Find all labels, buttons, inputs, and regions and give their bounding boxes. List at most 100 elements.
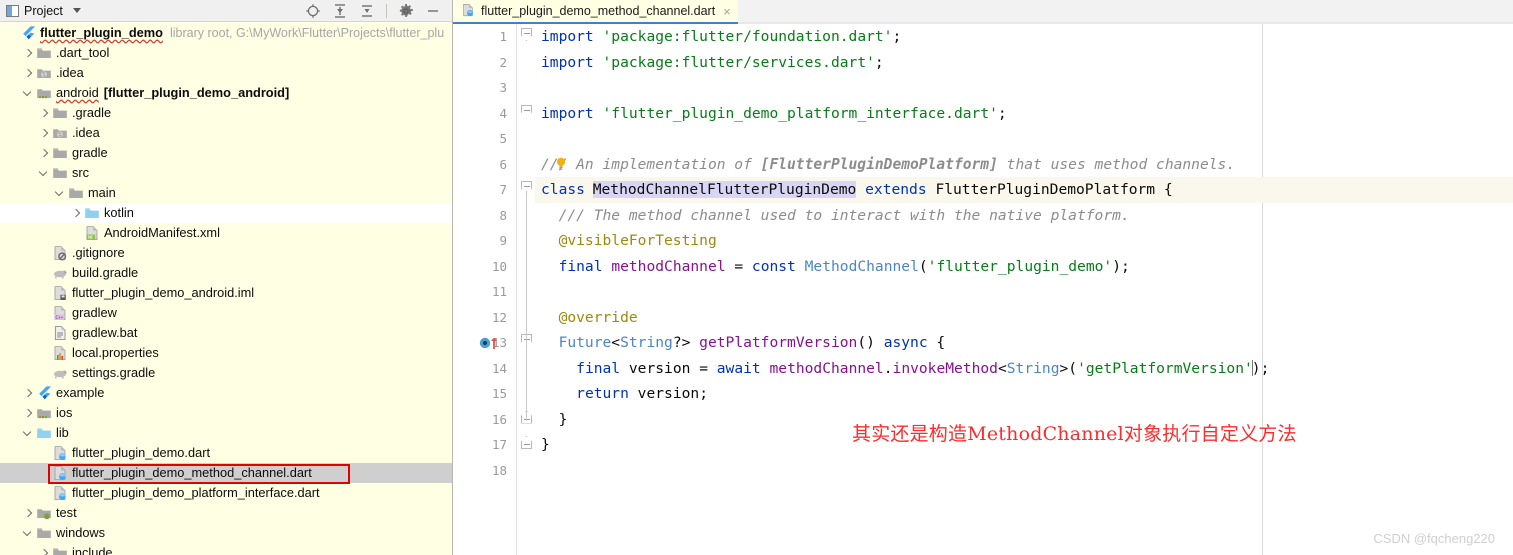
fold-collapse-icon[interactable] xyxy=(521,104,532,118)
fold-gutter-cell[interactable] xyxy=(517,126,535,152)
tree-row-root[interactable]: flutter_plugin_demo library root, G:\MyWo… xyxy=(0,23,452,43)
code-line[interactable]: /// An implementation of [FlutterPluginD… xyxy=(535,152,1513,178)
tree-row--idea[interactable]: .idea xyxy=(0,123,452,143)
code-line[interactable] xyxy=(535,75,1513,101)
tree-expander-right-icon[interactable] xyxy=(22,387,35,400)
tree-row-build-gradle[interactable]: build.gradle xyxy=(0,263,452,283)
tree-spacer-icon xyxy=(38,467,51,480)
fold-gutter-cell[interactable] xyxy=(517,50,535,76)
code-line[interactable]: final methodChannel = const MethodChanne… xyxy=(535,254,1513,280)
code-line[interactable]: @override xyxy=(535,305,1513,331)
code-line[interactable]: import 'package:flutter/services.dart'; xyxy=(535,50,1513,76)
tree-expander-right-icon[interactable] xyxy=(38,127,51,140)
close-icon[interactable]: × xyxy=(723,5,731,18)
code-editor[interactable]: 1 2 3 4 5 6 7 8 9 10 11 12 13 14 15 16 17 18 import 'pack… xyxy=(453,24,1513,555)
collapse-all-icon[interactable] xyxy=(359,3,375,19)
tree-expander-down-icon[interactable] xyxy=(54,187,67,200)
folder-android-icon xyxy=(36,85,52,101)
tree-row-src[interactable]: src xyxy=(0,163,452,183)
tree-expander-down-icon[interactable] xyxy=(22,527,35,540)
intention-lightbulb-icon[interactable] xyxy=(555,157,567,171)
tab-flutter-plugin-demo-method-channel[interactable]: flutter_plugin_demo_method_channel.dart … xyxy=(453,0,738,24)
tree-row--gradle[interactable]: .gradle xyxy=(0,103,452,123)
code-line[interactable]: class MethodChannelFlutterPluginDemo ext… xyxy=(535,177,1513,203)
tree-row--idea[interactable]: .idea xyxy=(0,63,452,83)
line-number: 14 xyxy=(491,360,507,376)
project-panel-title-group[interactable]: Project xyxy=(6,4,81,18)
tree-expander-right-icon[interactable] xyxy=(22,47,35,60)
tree-row-flutter-plugin-demo-method-channel-dart[interactable]: flutter_plugin_demo_method_channel.dart xyxy=(0,463,452,483)
code-line[interactable]: /// The method channel used to interact … xyxy=(535,203,1513,229)
chevron-down-icon[interactable] xyxy=(72,8,81,13)
expand-all-icon[interactable] xyxy=(332,3,348,19)
tree-spacer-icon xyxy=(38,267,51,280)
code-line[interactable]: Future<String?> getPlatformVersion() asy… xyxy=(535,330,1513,356)
line-number: 4 xyxy=(499,105,507,121)
fold-gutter-cell[interactable] xyxy=(517,458,535,484)
tree-row-label: kotlin xyxy=(104,204,134,220)
tree-expander-right-icon[interactable] xyxy=(38,147,51,160)
tree-row-flutter-plugin-demo-platform-interface-dart[interactable]: flutter_plugin_demo_platform_interface.d… xyxy=(0,483,452,503)
tree-expander-right-icon[interactable] xyxy=(22,67,35,80)
tree-row-main[interactable]: main xyxy=(0,183,452,203)
code-line[interactable]: import 'flutter_plugin_demo_platform_int… xyxy=(535,101,1513,127)
tree-row-kotlin[interactable]: kotlin xyxy=(0,203,452,223)
folder-icon xyxy=(52,145,68,161)
folder-icon xyxy=(36,525,52,541)
tree-row-settings-gradle[interactable]: settings.gradle xyxy=(0,363,452,383)
tree-expander-right-icon[interactable] xyxy=(38,107,51,120)
fold-end-icon[interactable] xyxy=(521,436,532,449)
tree-expander-right-icon[interactable] xyxy=(38,547,51,555)
tree-row--gitignore[interactable]: .gitignore xyxy=(0,243,452,263)
tree-expander-down-icon[interactable] xyxy=(22,427,35,440)
tree-row-lib[interactable]: lib xyxy=(0,423,452,443)
tree-row-gradlew[interactable]: C++ gradlew xyxy=(0,303,452,323)
code-line[interactable] xyxy=(535,458,1513,484)
tree-row-test[interactable]: test xyxy=(0,503,452,523)
tree-row-flutter-plugin-demo-android-iml[interactable]: flutter_plugin_demo_android.iml xyxy=(0,283,452,303)
tree-expander-right-icon[interactable] xyxy=(70,207,83,220)
fold-gutter-cell[interactable] xyxy=(517,152,535,178)
tree-row--dart-tool[interactable]: .dart_tool xyxy=(0,43,452,63)
locate-target-icon[interactable] xyxy=(305,3,321,19)
code-line[interactable] xyxy=(535,279,1513,305)
code-line[interactable] xyxy=(535,126,1513,152)
tree-spacer-icon xyxy=(38,367,51,380)
fold-gutter-cell[interactable] xyxy=(517,75,535,101)
project-tree[interactable]: flutter_plugin_demo library root, G:\MyWo… xyxy=(0,22,452,555)
tree-expander-down-icon[interactable] xyxy=(38,167,51,180)
code-line[interactable]: return version; xyxy=(535,381,1513,407)
fold-gutter-cell[interactable] xyxy=(517,24,535,50)
fold-gutter-cell[interactable] xyxy=(517,101,535,127)
tree-row-include[interactable]: include xyxy=(0,543,452,555)
tree-row-gradlew-bat[interactable]: gradlew.bat xyxy=(0,323,452,343)
code-text-area[interactable]: import 'package:flutter/foundation.dart'… xyxy=(535,24,1513,555)
bat-file-icon xyxy=(52,325,68,341)
tree-row-androidmanifest-xml[interactable]: MF AndroidManifest.xml xyxy=(0,223,452,243)
tree-expander[interactable] xyxy=(6,27,19,40)
code-line[interactable]: final version = await methodChannel.invo… xyxy=(535,356,1513,382)
tree-row-example[interactable]: example xyxy=(0,383,452,403)
code-line[interactable]: @visibleForTesting xyxy=(535,228,1513,254)
settings-gear-icon[interactable] xyxy=(398,3,414,19)
hide-minimize-icon[interactable] xyxy=(425,3,441,19)
tree-spacer-icon xyxy=(38,447,51,460)
tree-spacer-icon xyxy=(38,307,51,320)
line-number-gutter[interactable]: 1 2 3 4 5 6 7 8 9 10 11 12 13 14 15 16 17 18 xyxy=(453,24,517,555)
tree-row-ios[interactable]: ios xyxy=(0,403,452,423)
tree-row-label: gradlew.bat xyxy=(72,324,138,340)
tree-expander-down-icon[interactable] xyxy=(22,87,35,100)
overriding-method-icon[interactable] xyxy=(479,336,501,350)
fold-gutter-cell[interactable] xyxy=(517,432,535,458)
tree-expander-right-icon[interactable] xyxy=(22,507,35,520)
code-line[interactable]: import 'package:flutter/foundation.dart'… xyxy=(535,24,1513,50)
tree-expander-right-icon[interactable] xyxy=(22,407,35,420)
tree-row-gradle[interactable]: gradle xyxy=(0,143,452,163)
tree-row-windows[interactable]: windows xyxy=(0,523,452,543)
tree-row-android[interactable]: android [flutter_plugin_demo_android] xyxy=(0,83,452,103)
fold-collapse-icon[interactable] xyxy=(521,28,532,41)
tree-row-local-properties[interactable]: local.properties xyxy=(0,343,452,363)
folder-icon xyxy=(52,105,68,121)
tree-row-flutter-plugin-demo-dart[interactable]: flutter_plugin_demo.dart xyxy=(0,443,452,463)
code-folding-column[interactable] xyxy=(517,24,535,555)
